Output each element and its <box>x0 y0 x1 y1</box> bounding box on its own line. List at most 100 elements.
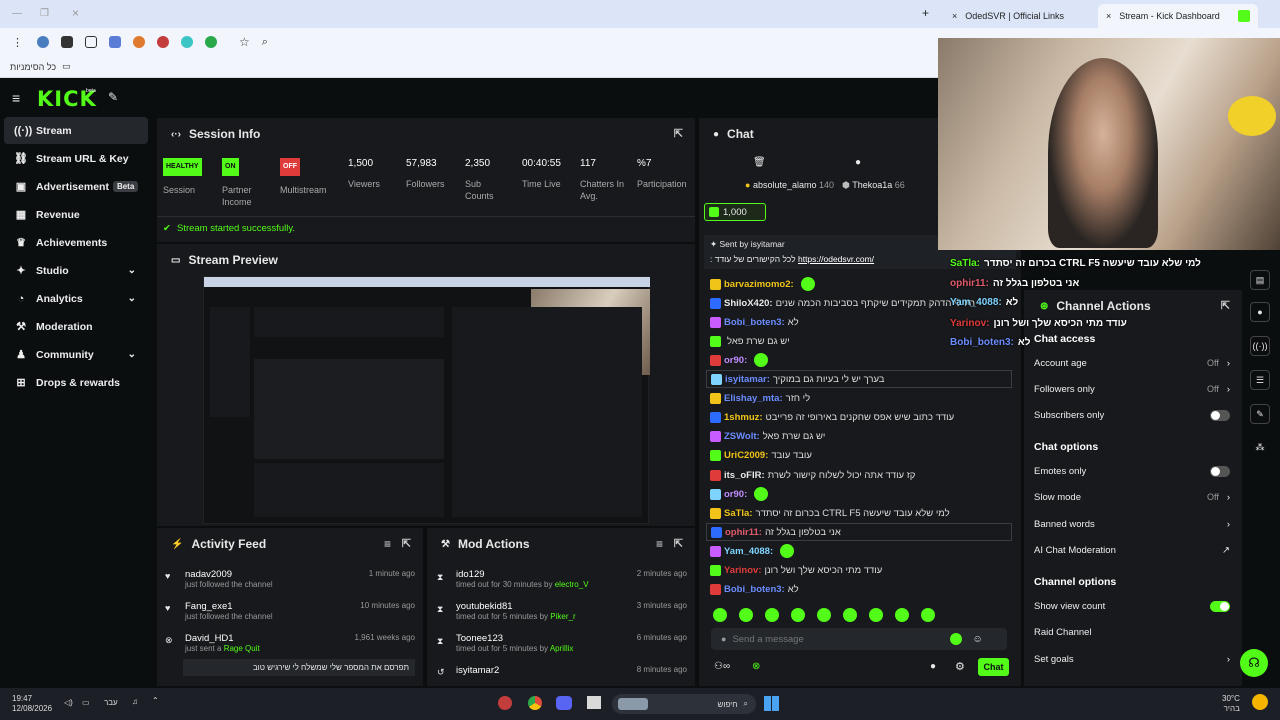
chat-username[interactable]: Bobi_boten3: <box>724 317 785 328</box>
filter-icon[interactable]: ≡ <box>656 537 663 551</box>
popout-icon[interactable]: ⇱ <box>402 537 411 550</box>
discord-icon[interactable] <box>556 696 572 710</box>
file-explorer-icon[interactable] <box>587 696 601 709</box>
weather-widget[interactable]: 30°C בהיר <box>1222 694 1240 714</box>
tool-calendar-icon[interactable]: ▤ <box>1250 270 1270 290</box>
extension-icon[interactable] <box>157 36 169 48</box>
window-restore-icon[interactable]: ❐ <box>40 8 49 19</box>
hamburger-menu-icon[interactable]: ≡ <box>12 90 20 106</box>
windows-start-icon[interactable] <box>764 696 779 711</box>
pinned-link[interactable]: https://odedsvr.com/ <box>798 254 874 264</box>
tool-nodes-icon[interactable]: ⁂ <box>1250 438 1270 458</box>
emote-icon[interactable] <box>895 608 909 622</box>
extension-icon[interactable] <box>133 36 145 48</box>
sidebar-item-analytics[interactable]: ◔ Analytics ⌄ <box>4 285 148 312</box>
tool-chat-icon[interactable]: ● <box>1250 302 1270 322</box>
tool-layout-icon[interactable]: ☰ <box>1250 370 1270 390</box>
search-icon[interactable]: ⌕ <box>262 36 268 49</box>
extension-icon[interactable] <box>205 36 217 48</box>
tool-wrench-icon[interactable]: ✎ <box>1250 404 1270 424</box>
all-bookmarks-link[interactable]: כל הסימניות <box>10 62 56 72</box>
emote-icon[interactable] <box>843 608 857 622</box>
sidebar-item-studio[interactable]: ✦ Studio ⌄ <box>4 257 148 284</box>
chat-username[interactable]: ophir11: <box>725 527 762 538</box>
chat-username[interactable]: UriC2009: <box>724 450 768 461</box>
sidebar-item-revenue[interactable]: ▦ Revenue <box>4 201 148 228</box>
chat-username[interactable]: ShiloX420: <box>724 298 773 309</box>
chat-input-box[interactable]: ● ☺ <box>711 628 1007 650</box>
chat-bubble-icon[interactable]: ● <box>930 661 936 672</box>
smiley-icon[interactable]: ☺ <box>972 634 982 645</box>
setting-account-age[interactable]: Account age Off › <box>1034 354 1230 372</box>
chat-username[interactable]: SaTla: <box>724 508 753 519</box>
emote-icon[interactable] <box>921 608 935 622</box>
chat-username[interactable]: Bobi_boten3: <box>724 584 785 595</box>
clock[interactable]: 19:47 12/08/2026 <box>12 694 52 714</box>
emote-icon[interactable] <box>817 608 831 622</box>
extension-icon[interactable] <box>109 36 121 48</box>
chevron-up-icon[interactable]: ⌃ <box>152 696 159 705</box>
sidebar-item-stream-url[interactable]: ⛓ Stream URL & Key <box>4 145 148 172</box>
emote-icon[interactable] <box>765 608 779 622</box>
microphone-icon[interactable]: ♫ <box>132 697 138 706</box>
chat-username[interactable]: or90: <box>724 489 747 500</box>
tool-broadcast-icon[interactable]: ((·)) <box>1250 336 1270 356</box>
setting-ai-moderation[interactable]: AI Chat Moderation ↗ <box>1034 541 1230 559</box>
sidebar-item-achievements[interactable]: ♛ Achievements <box>4 229 148 256</box>
bookmark-star-icon[interactable]: ☆ <box>239 35 250 49</box>
trash-icon[interactable]: 🗑 <box>753 157 766 168</box>
extension-icon[interactable] <box>181 36 193 48</box>
sidebar-item-stream[interactable]: ((·)) Stream <box>4 117 148 144</box>
emote-icon[interactable] <box>713 608 727 622</box>
emote-picker-icon[interactable] <box>950 633 963 645</box>
setting-set-goals[interactable]: Set goals › <box>1034 650 1230 668</box>
moderator-name[interactable]: electro_V <box>555 580 589 589</box>
pin-icon[interactable]: ✎ <box>108 90 118 104</box>
sidebar-item-advertisement[interactable]: ▣ Advertisement Beta <box>4 173 148 200</box>
sidebar-item-drops[interactable]: ⊞ Drops & rewards <box>4 369 148 396</box>
setting-slow-mode[interactable]: Slow mode Off › <box>1034 488 1230 506</box>
network-icon[interactable]: ▭ <box>82 698 90 707</box>
tab-close-icon[interactable]: × <box>952 11 957 21</box>
pinned-author[interactable]: isyitamar <box>751 239 785 249</box>
support-headset-icon[interactable]: ☊ <box>1240 649 1268 677</box>
chat-message-input[interactable] <box>732 633 943 645</box>
chat-username[interactable]: Yam_4088: <box>724 546 773 557</box>
popout-icon[interactable]: ⇱ <box>674 127 683 140</box>
chat-username[interactable]: barvazimomo2: <box>724 279 794 290</box>
sidebar-item-moderation[interactable]: ⚒ Moderation <box>4 313 148 340</box>
chat-icon[interactable]: ● <box>855 157 861 168</box>
popout-icon[interactable]: ⇱ <box>1221 299 1230 312</box>
filter-icon[interactable]: ≡ <box>384 537 391 551</box>
window-close-icon[interactable]: × <box>72 6 79 20</box>
popout-icon[interactable]: ⇱ <box>674 537 683 550</box>
menu-dots-icon[interactable]: ⋮ <box>12 36 23 49</box>
chat-username[interactable]: its_oFIR: <box>724 470 765 481</box>
moderator-name[interactable]: Piker_r <box>550 612 575 621</box>
setting-followers-only[interactable]: Followers only Off › <box>1034 380 1230 398</box>
chat-username[interactable]: 1shmuz: <box>724 412 763 423</box>
send-chat-button[interactable]: Chat <box>978 658 1009 676</box>
tab-close-icon[interactable]: × <box>1106 11 1111 21</box>
chat-username[interactable]: Elishay_mta: <box>724 393 783 404</box>
tab-odedsvr[interactable]: × OdedSVR | Official Links <box>944 4 1094 28</box>
app-icon[interactable] <box>498 696 512 710</box>
gifter[interactable]: ● absolute_alamo 140 <box>745 180 834 191</box>
chrome-icon[interactable] <box>528 696 542 710</box>
extension-icon[interactable] <box>37 36 49 48</box>
gifter[interactable]: ⬢ Thekoa1a 66 <box>842 180 905 191</box>
emote-icon[interactable] <box>739 608 753 622</box>
tab-kick-dashboard[interactable]: × Stream - Kick Dashboard <box>1098 4 1258 28</box>
taskbar-search[interactable]: חיפוש ⌕ <box>612 694 756 714</box>
chat-username[interactable]: isyitamar: <box>725 374 770 385</box>
chat-username[interactable]: Yarinov: <box>724 565 762 576</box>
kick-emote-icon[interactable]: ⊗ <box>752 661 760 672</box>
settings-gear-icon[interactable]: ⚙ <box>955 660 965 673</box>
new-tab-icon[interactable]: + <box>922 6 929 20</box>
emote-icon[interactable] <box>869 608 883 622</box>
stream-preview-video[interactable] <box>203 276 650 524</box>
subscribers-only-toggle[interactable] <box>1210 409 1230 421</box>
chat-tools-icon[interactable]: ⚇∞ <box>714 661 730 672</box>
chat-username[interactable]: ZSWolt: <box>724 431 760 442</box>
setting-raid-channel[interactable]: Raid Channel <box>1034 623 1230 641</box>
